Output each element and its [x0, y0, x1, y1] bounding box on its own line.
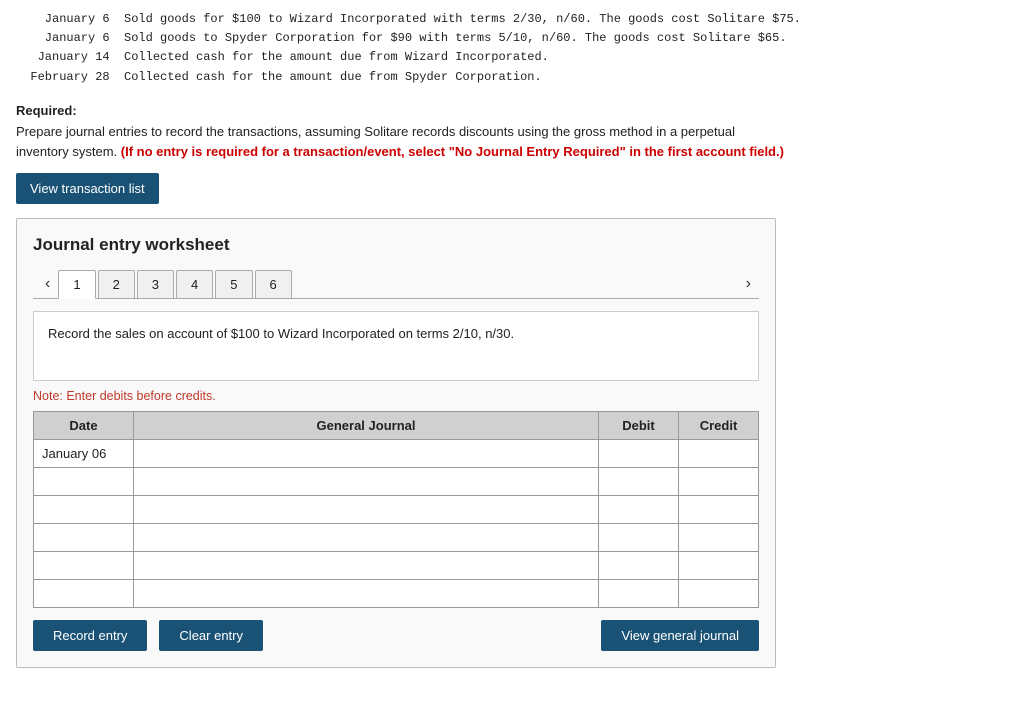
- th-debit: Debit: [599, 412, 679, 440]
- table-row-credit-input-2[interactable]: [679, 496, 758, 523]
- intro-line1: January 6 Sold goods for $100 to Wizard …: [16, 12, 801, 26]
- table-row: January 06: [34, 440, 759, 468]
- required-text: Prepare journal entries to record the tr…: [16, 124, 735, 139]
- table-row-credit-input-5[interactable]: [679, 580, 758, 607]
- tab-6[interactable]: 6: [255, 270, 292, 298]
- table-row-debit-input-2[interactable]: [599, 496, 678, 523]
- table-row-journal-input-0[interactable]: [134, 440, 598, 467]
- table-row: [34, 552, 759, 580]
- table-row-journal-input-3[interactable]: [134, 524, 598, 551]
- worksheet-container: Journal entry worksheet ‹ 1 2 3 4 5 6 › …: [16, 218, 776, 668]
- record-entry-button[interactable]: Record entry: [33, 620, 147, 651]
- table-row-date-input-2[interactable]: [34, 496, 133, 523]
- table-row: [34, 524, 759, 552]
- tab-1[interactable]: 1: [58, 270, 95, 299]
- tab-4[interactable]: 4: [176, 270, 213, 298]
- tab-2[interactable]: 2: [98, 270, 135, 298]
- tab-3[interactable]: 3: [137, 270, 174, 298]
- required-section: Required: Prepare journal entries to rec…: [16, 101, 1008, 163]
- intro-text-block: January 6 Sold goods for $100 to Wizard …: [16, 10, 1008, 87]
- tab-5[interactable]: 5: [215, 270, 252, 298]
- table-row-journal-input-5[interactable]: [134, 580, 598, 607]
- table-row-date-input-4[interactable]: [34, 552, 133, 579]
- table-row-journal-input-1[interactable]: [134, 468, 598, 495]
- intro-line3: January 14 Collected cash for the amount…: [16, 50, 549, 64]
- view-general-journal-button[interactable]: View general journal: [601, 620, 759, 651]
- table-row-journal-input-2[interactable]: [134, 496, 598, 523]
- tab-prev-arrow[interactable]: ‹: [37, 272, 58, 296]
- table-row-date-input-5[interactable]: [34, 580, 133, 607]
- table-row: [34, 580, 759, 608]
- table-row-date-input-3[interactable]: [34, 524, 133, 551]
- tab-next-arrow[interactable]: ›: [738, 271, 759, 297]
- tabs-row: ‹ 1 2 3 4 5 6 ›: [33, 269, 759, 299]
- table-row-debit-input-4[interactable]: [599, 552, 678, 579]
- required-label: Required:: [16, 103, 77, 118]
- task-description-text: Record the sales on account of $100 to W…: [48, 326, 514, 341]
- intro-line4: February 28 Collected cash for the amoun…: [16, 70, 542, 84]
- table-row-journal-input-4[interactable]: [134, 552, 598, 579]
- table-row-credit-input-3[interactable]: [679, 524, 758, 551]
- required-red-text: (If no entry is required for a transacti…: [121, 144, 784, 159]
- table-row: [34, 468, 759, 496]
- table-row: [34, 496, 759, 524]
- table-row-date-input-1[interactable]: [34, 468, 133, 495]
- clear-entry-button[interactable]: Clear entry: [159, 620, 263, 651]
- table-row-debit-input-5[interactable]: [599, 580, 678, 607]
- th-date: Date: [34, 412, 134, 440]
- worksheet-title: Journal entry worksheet: [33, 235, 759, 255]
- bottom-buttons: Record entry Clear entry View general jo…: [33, 620, 759, 651]
- view-transaction-button[interactable]: View transaction list: [16, 173, 159, 204]
- table-row-debit-input-1[interactable]: [599, 468, 678, 495]
- table-row-debit-input-0[interactable]: [599, 440, 678, 467]
- th-general-journal: General Journal: [134, 412, 599, 440]
- task-description: Record the sales on account of $100 to W…: [33, 311, 759, 381]
- table-row-credit-input-4[interactable]: [679, 552, 758, 579]
- note-text: Note: Enter debits before credits.: [33, 389, 759, 403]
- table-row-date-0: January 06: [34, 440, 134, 468]
- th-credit: Credit: [679, 412, 759, 440]
- required-text2: inventory system.: [16, 144, 121, 159]
- table-row-debit-input-3[interactable]: [599, 524, 678, 551]
- table-row-credit-input-1[interactable]: [679, 468, 758, 495]
- table-row-credit-input-0[interactable]: [679, 440, 758, 467]
- intro-line2: January 6 Sold goods to Spyder Corporati…: [16, 31, 787, 45]
- journal-table: Date General Journal Debit Credit Januar…: [33, 411, 759, 608]
